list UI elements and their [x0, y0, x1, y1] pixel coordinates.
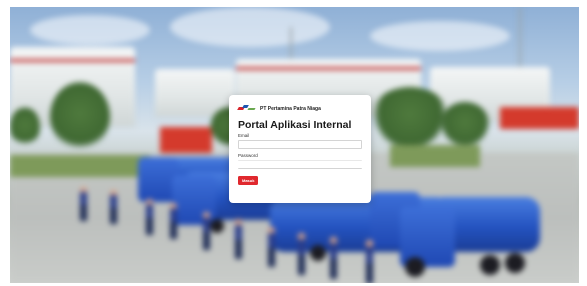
login-button[interactable]: Masuk	[238, 176, 259, 185]
login-page: PT Pertamina Patra Niaga Portal Aplikasi…	[10, 7, 579, 283]
pertamina-logo-icon	[237, 105, 256, 112]
page-title: Portal Aplikasi Internal	[238, 119, 352, 131]
brand-header: PT Pertamina Patra Niaga	[237, 104, 362, 113]
password-field[interactable]	[238, 160, 362, 169]
email-label: Email	[238, 133, 250, 138]
login-card: PT Pertamina Patra Niaga Portal Aplikasi…	[229, 95, 371, 203]
email-field[interactable]	[238, 140, 362, 149]
company-name: PT Pertamina Patra Niaga	[260, 105, 321, 112]
password-label: Password	[238, 153, 258, 158]
